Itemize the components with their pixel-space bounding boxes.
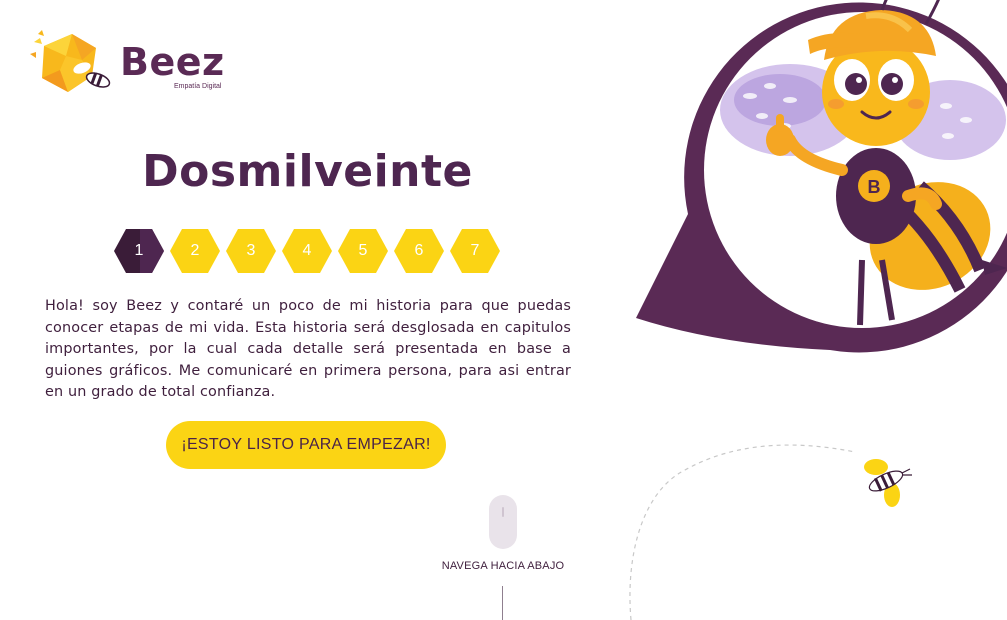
brand-tagline: Empatía Digital: [174, 83, 222, 90]
step-2-button[interactable]: 2: [170, 229, 220, 273]
step-label: 7: [470, 242, 480, 259]
scroll-divider: [502, 586, 503, 620]
page-title: Dosmilveinte: [142, 146, 473, 197]
step-label: 5: [358, 242, 368, 259]
mouse-scroll-icon[interactable]: [489, 495, 517, 549]
step-5-button[interactable]: 5: [338, 229, 388, 273]
step-6-button[interactable]: 6: [394, 229, 444, 273]
step-7-button[interactable]: 7: [450, 229, 500, 273]
step-label: 6: [414, 242, 424, 259]
step-1-button[interactable]: 1: [114, 229, 164, 273]
intro-paragraph: Hola! soy Beez y contaré un poco de mi h…: [45, 298, 571, 401]
step-label: 1: [134, 242, 144, 259]
step-4-button[interactable]: 4: [282, 229, 332, 273]
step-label: 4: [302, 242, 312, 259]
brand-name: Beez: [120, 40, 225, 84]
step-label: 3: [246, 242, 256, 259]
flying-bee-icon: [864, 459, 912, 507]
brand-logo[interactable]: Beez Empatía Digital: [30, 26, 240, 110]
scroll-hint-label: NAVEGA HACIA ABAJO: [441, 560, 565, 572]
start-button[interactable]: ¡ESTOY LISTO PARA EMPEZAR!: [166, 421, 446, 469]
bee-hexagon-logo-icon: [30, 30, 111, 92]
bee-mascot-illustration: B: [636, 0, 1007, 353]
step-3-button[interactable]: 3: [226, 229, 276, 273]
svg-text:B: B: [868, 177, 881, 197]
step-label: 2: [190, 242, 200, 259]
flight-trail: [629, 444, 856, 620]
